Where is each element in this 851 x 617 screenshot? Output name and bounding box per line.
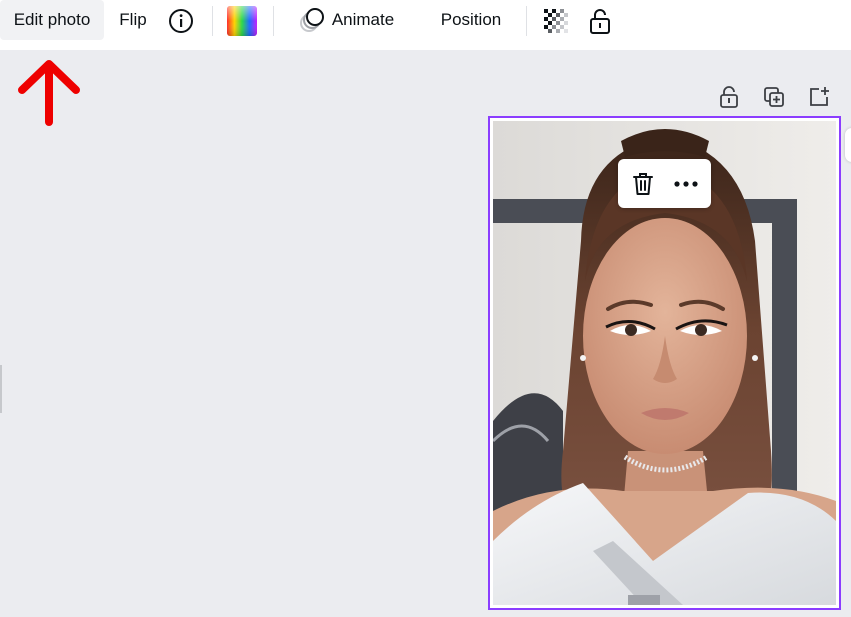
add-page-icon: [810, 87, 829, 106]
duplicate-page-icon: [764, 87, 784, 107]
info-icon: [169, 9, 193, 33]
color-picker-icon: [227, 6, 257, 36]
more-icon: [674, 181, 698, 187]
editor-toolbar: Edit photo Flip Animate Position: [0, 0, 851, 50]
delete-button[interactable]: [628, 169, 658, 199]
trash-icon: [633, 173, 653, 195]
transparency-button[interactable]: [540, 5, 572, 37]
toolbar-divider: [526, 6, 527, 36]
info-button[interactable]: [165, 5, 197, 37]
rotate-handle[interactable]: [845, 128, 851, 162]
transparency-icon: [544, 9, 568, 33]
flip-button[interactable]: Flip: [110, 0, 156, 40]
position-label: Position: [440, 10, 502, 29]
toolbar-divider: [273, 6, 274, 36]
color-button[interactable]: [226, 5, 258, 37]
page-lock-button[interactable]: [716, 84, 742, 110]
lock-button[interactable]: [584, 5, 616, 37]
lock-icon: [590, 9, 610, 34]
flip-label: Flip: [119, 10, 147, 29]
add-page-button[interactable]: [806, 84, 832, 110]
animate-icon: [299, 8, 324, 32]
animate-label: Animate: [331, 10, 395, 29]
duplicate-page-button[interactable]: [761, 84, 787, 110]
element-context-menu: [618, 159, 711, 208]
animate-button[interactable]: Animate: [286, 0, 406, 40]
red-arrow-annotation: [18, 60, 80, 126]
more-options-button[interactable]: [671, 169, 701, 199]
position-button[interactable]: Position: [426, 0, 516, 40]
edit-photo-button[interactable]: Edit photo: [0, 0, 104, 40]
page-lock-icon: [720, 86, 738, 108]
left-panel-edge: [0, 365, 2, 413]
edit-photo-label: Edit photo: [13, 10, 91, 29]
toolbar-divider: [212, 6, 213, 36]
